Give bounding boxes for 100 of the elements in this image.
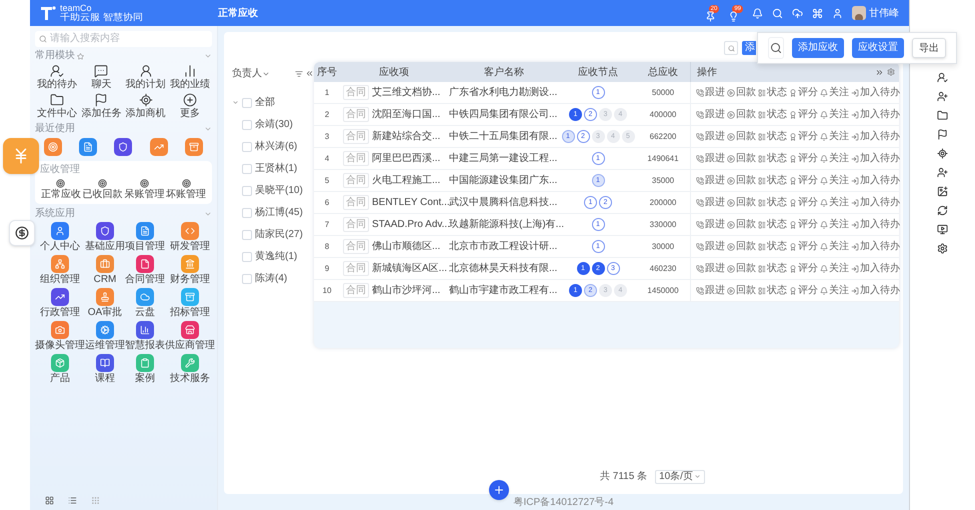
action-link[interactable]: 回款 bbox=[727, 173, 756, 188]
collapse-icon[interactable] bbox=[204, 52, 212, 60]
action-link[interactable]: 评分 bbox=[789, 261, 818, 276]
menu-item[interactable]: 坏账管理 bbox=[165, 179, 207, 200]
shortcut-item[interactable]: 添加任务 bbox=[79, 93, 124, 119]
app-tile[interactable]: 智慧报表 bbox=[125, 321, 165, 351]
action-link[interactable]: 加入待办 bbox=[851, 129, 900, 144]
app-tile[interactable]: 课程 bbox=[85, 354, 125, 384]
action-link[interactable]: 评分 bbox=[789, 85, 818, 100]
recent-app-button[interactable] bbox=[185, 138, 204, 156]
checkbox[interactable] bbox=[242, 142, 252, 152]
action-link[interactable]: 关注 bbox=[820, 195, 849, 210]
tree-item[interactable]: 杨江博(45) bbox=[255, 205, 303, 220]
shortcut-item[interactable]: 文件中心 bbox=[35, 93, 80, 119]
refresh-icon[interactable] bbox=[937, 205, 948, 216]
settings-icon[interactable] bbox=[937, 243, 948, 254]
image-plus-icon[interactable] bbox=[937, 186, 948, 197]
checkbox[interactable] bbox=[242, 120, 252, 130]
command-icon[interactable] bbox=[812, 8, 823, 18]
action-link[interactable]: 评分 bbox=[789, 173, 818, 188]
grid-view-icon[interactable] bbox=[45, 496, 54, 505]
user-icon[interactable] bbox=[832, 8, 843, 18]
action-link[interactable]: 评分 bbox=[789, 195, 818, 210]
action-link[interactable]: 跟进 bbox=[696, 261, 725, 276]
action-link[interactable]: 状态 bbox=[758, 239, 787, 254]
action-link[interactable]: 状态 bbox=[758, 151, 787, 166]
action-link[interactable]: 状态 bbox=[758, 195, 787, 210]
app-tile[interactable]: 行政管理 bbox=[35, 288, 85, 318]
action-link[interactable]: 状态 bbox=[758, 107, 787, 122]
app-tile[interactable]: 运维管理 bbox=[85, 321, 125, 351]
tree-item[interactable]: 林兴涛(6) bbox=[255, 139, 298, 154]
cloud-upload-icon[interactable] bbox=[792, 8, 803, 18]
app-tile[interactable]: 产品 bbox=[35, 354, 85, 384]
shortcut-item[interactable]: 更多 bbox=[168, 93, 212, 119]
action-link[interactable]: 加入待办 bbox=[851, 195, 900, 210]
tree-item[interactable]: 陈涛(4) bbox=[255, 271, 288, 286]
action-link[interactable]: 加入待办 bbox=[851, 283, 900, 298]
action-link[interactable]: 状态 bbox=[758, 261, 787, 276]
expand-icon[interactable] bbox=[232, 99, 239, 106]
action-link[interactable]: 状态 bbox=[758, 283, 787, 298]
action-link[interactable]: 关注 bbox=[820, 151, 849, 166]
add-fab[interactable] bbox=[489, 480, 509, 500]
action-link[interactable]: 跟进 bbox=[696, 85, 725, 100]
action-link[interactable]: 评分 bbox=[789, 151, 818, 166]
action-link[interactable]: 回款 bbox=[727, 195, 756, 210]
action-link[interactable]: 关注 bbox=[820, 85, 849, 100]
recent-app-button[interactable] bbox=[79, 138, 98, 156]
app-tile[interactable]: 摄像头管理 bbox=[35, 321, 85, 351]
app-tile[interactable]: 基础应用 bbox=[85, 222, 125, 252]
page-size-select[interactable]: 10条/页 bbox=[655, 470, 706, 484]
flag-icon[interactable] bbox=[937, 129, 948, 140]
recent-app-button[interactable] bbox=[150, 138, 168, 156]
collapse-icon[interactable] bbox=[204, 210, 212, 218]
collapse-icon[interactable] bbox=[204, 125, 212, 133]
tree-item[interactable]: 余靖(30) bbox=[255, 117, 293, 132]
monitor-icon[interactable] bbox=[937, 224, 948, 235]
collapse-icon[interactable] bbox=[305, 69, 314, 78]
action-link[interactable]: 跟进 bbox=[696, 129, 725, 144]
search-icon[interactable] bbox=[772, 8, 783, 18]
checkbox[interactable] bbox=[242, 164, 252, 174]
toolbar-button[interactable]: 添加应收 bbox=[792, 38, 844, 58]
app-tile[interactable]: 案例 bbox=[125, 354, 165, 384]
action-link[interactable]: 加入待办 bbox=[851, 107, 900, 122]
action-link[interactable]: 关注 bbox=[820, 239, 849, 254]
shortcut-item[interactable]: 添加商机 bbox=[124, 93, 168, 119]
action-link[interactable]: 跟进 bbox=[696, 107, 725, 122]
checkbox[interactable] bbox=[242, 186, 252, 196]
action-link[interactable]: 回款 bbox=[727, 239, 756, 254]
action-link[interactable]: 关注 bbox=[820, 173, 849, 188]
action-link[interactable]: 加入待办 bbox=[851, 173, 900, 188]
action-link[interactable]: 加入待办 bbox=[851, 239, 900, 254]
menu-item[interactable]: 已收回款 bbox=[82, 179, 124, 200]
app-tile[interactable]: 财务管理 bbox=[165, 255, 215, 285]
action-link[interactable]: 评分 bbox=[789, 283, 818, 298]
shortcut-item[interactable]: 我的业绩 bbox=[168, 64, 212, 90]
checkbox[interactable] bbox=[242, 208, 252, 218]
recent-app-button[interactable] bbox=[114, 138, 132, 156]
tree-item[interactable]: 吴晓平(10) bbox=[255, 183, 303, 198]
checkbox[interactable] bbox=[242, 274, 252, 284]
user-plus-icon[interactable] bbox=[937, 91, 948, 102]
action-link[interactable]: 跟进 bbox=[696, 217, 725, 232]
tree-item[interactable]: 全部 bbox=[255, 95, 275, 110]
filter-icon[interactable] bbox=[295, 70, 303, 78]
app-tile[interactable]: 合同管理 bbox=[125, 255, 165, 285]
expand-columns-icon[interactable] bbox=[875, 68, 884, 76]
toolbar-button[interactable]: 应收设置 bbox=[852, 38, 904, 58]
action-link[interactable]: 关注 bbox=[820, 283, 849, 298]
shortcut-item[interactable]: 我的计划 bbox=[124, 64, 168, 90]
app-tile[interactable]: 云盘 bbox=[125, 288, 165, 318]
checkbox[interactable] bbox=[242, 98, 252, 108]
action-link[interactable]: 跟进 bbox=[696, 173, 725, 188]
action-link[interactable]: 状态 bbox=[758, 129, 787, 144]
app-tile[interactable]: 个人中心 bbox=[35, 222, 85, 252]
action-link[interactable]: 关注 bbox=[820, 129, 849, 144]
user-plus-icon[interactable] bbox=[937, 167, 948, 178]
tree-item[interactable]: 黄逸纯(1) bbox=[255, 249, 298, 264]
recent-app-button[interactable] bbox=[44, 138, 62, 156]
action-link[interactable]: 状态 bbox=[758, 85, 787, 100]
menu-item[interactable]: 呆账管理 bbox=[124, 179, 166, 200]
lightbulb-icon[interactable] bbox=[728, 10, 740, 22]
